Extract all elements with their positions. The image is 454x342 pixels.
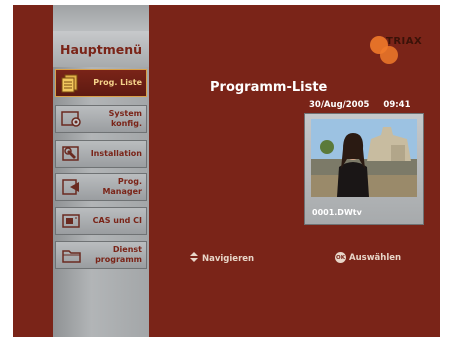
date-text: 30/Aug/2005 <box>309 100 370 110</box>
menu-item-label: Dienst programm <box>95 245 142 264</box>
cas-ci-icon <box>58 210 86 232</box>
menu-item-prog-manager[interactable]: Prog. Manager <box>55 173 147 201</box>
brand-name: TRIAX <box>386 36 423 47</box>
menu-item-dienst-programm[interactable]: Dienst programm <box>55 241 147 269</box>
navigate-label: Navigieren <box>202 253 255 264</box>
channel-preview: 0001.DWtv <box>304 113 424 225</box>
navigate-hint: Navigieren <box>189 252 254 265</box>
date-time-display: 30/Aug/2005 09:41 <box>309 100 410 110</box>
channel-name: 0001.DWtv <box>312 208 362 217</box>
select-hint: OK Auswählen <box>335 252 401 263</box>
menu-title: Hauptmenü <box>53 31 149 67</box>
up-down-arrows-icon <box>189 252 199 265</box>
page-title: Programm-Liste <box>210 80 328 95</box>
time-text: 09:41 <box>383 100 411 110</box>
video-thumbnail <box>311 119 417 197</box>
menu-item-system-konfig[interactable]: System konfig. <box>55 105 147 133</box>
service-program-icon <box>58 244 86 266</box>
ok-button-icon: OK <box>335 252 346 263</box>
menu-item-label: System konfig. <box>108 109 142 128</box>
menu-item-label: Prog. Liste <box>93 78 142 87</box>
menu-item-label: Installation <box>90 149 142 158</box>
main-menu-panel: Hauptmenü Prog. Liste System konfig. Ins… <box>53 5 149 337</box>
menu-top-strip <box>53 5 149 31</box>
installation-icon <box>58 143 86 165</box>
menu-item-prog-liste[interactable]: Prog. Liste <box>55 69 147 97</box>
select-label: Auswählen <box>349 252 402 263</box>
program-manager-icon <box>58 176 86 198</box>
menu-item-installation[interactable]: Installation <box>55 140 147 168</box>
system-config-icon <box>58 108 86 130</box>
menu-item-cas-und-ci[interactable]: CAS und CI <box>55 207 147 235</box>
tv-screen: Hauptmenü Prog. Liste System konfig. Ins… <box>13 5 440 337</box>
menu-item-label: CAS und CI <box>92 216 142 225</box>
menu-item-label: Prog. Manager <box>102 177 142 196</box>
program-list-icon <box>58 72 86 94</box>
